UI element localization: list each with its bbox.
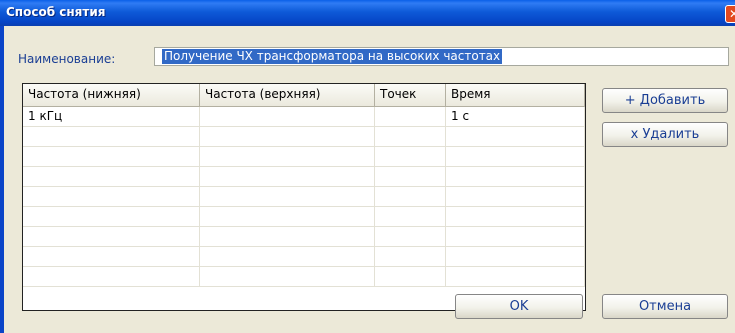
table-row[interactable] (23, 167, 585, 187)
table-cell[interactable] (200, 187, 375, 206)
table-cell[interactable] (23, 127, 200, 146)
table-cell[interactable] (446, 247, 585, 266)
table-cell[interactable] (446, 267, 585, 286)
table-cell[interactable] (446, 187, 585, 206)
name-input[interactable]: Получение ЧХ трансформатора на высоких ч… (154, 47, 729, 66)
table-cell[interactable] (200, 247, 375, 266)
column-header-upper-frequency[interactable]: Частота (верхняя) (200, 84, 375, 106)
table-cell[interactable] (446, 207, 585, 226)
add-button[interactable]: + Добавить (602, 88, 728, 113)
window-title: Способ снятия (6, 5, 106, 19)
title-bar[interactable]: Способ снятия ✕ (0, 0, 735, 26)
column-header-points[interactable]: Точек (375, 84, 446, 106)
table-cell[interactable] (200, 207, 375, 226)
table-cell[interactable] (200, 107, 375, 126)
table-cell[interactable] (23, 267, 200, 286)
table-cell[interactable] (446, 127, 585, 146)
table-row[interactable] (23, 247, 585, 267)
dialog-body: Наименование: Получение ЧХ трансформатор… (4, 26, 735, 333)
table-cell[interactable] (200, 167, 375, 186)
table-cell[interactable] (375, 207, 446, 226)
table-cell[interactable] (375, 147, 446, 166)
table-cell[interactable] (375, 167, 446, 186)
table-cell[interactable] (200, 267, 375, 286)
table-body: 1 кГц 1 с (23, 107, 585, 287)
column-header-time[interactable]: Время (446, 84, 585, 106)
name-input-value: Получение ЧХ трансформатора на высоких ч… (162, 49, 503, 64)
table-cell[interactable] (446, 147, 585, 166)
table-row[interactable] (23, 267, 585, 287)
table-cell[interactable] (23, 207, 200, 226)
ok-button[interactable]: OK (455, 294, 583, 319)
table-cell[interactable] (375, 107, 446, 126)
table-row[interactable] (23, 147, 585, 167)
column-header-lower-frequency[interactable]: Частота (нижняя) (23, 84, 200, 106)
table-header: Частота (нижняя) Частота (верхняя) Точек… (23, 84, 585, 107)
table-cell[interactable] (375, 267, 446, 286)
table-cell[interactable] (375, 247, 446, 266)
table-cell[interactable] (200, 227, 375, 246)
table-cell[interactable] (375, 187, 446, 206)
table-cell[interactable] (23, 147, 200, 166)
table-cell[interactable] (200, 127, 375, 146)
table-cell[interactable] (23, 227, 200, 246)
table-cell[interactable] (23, 247, 200, 266)
frequency-table[interactable]: Частота (нижняя) Частота (верхняя) Точек… (22, 83, 586, 311)
cancel-button[interactable]: Отмена (602, 294, 728, 319)
table-cell[interactable] (375, 127, 446, 146)
table-row[interactable]: 1 кГц 1 с (23, 107, 585, 127)
table-cell[interactable] (200, 147, 375, 166)
table-cell[interactable] (375, 227, 446, 246)
delete-button[interactable]: x Удалить (602, 122, 728, 147)
table-cell[interactable] (23, 187, 200, 206)
table-cell[interactable] (446, 167, 585, 186)
name-label: Наименование: (18, 52, 116, 66)
table-cell[interactable]: 1 с (446, 107, 585, 126)
table-cell[interactable] (446, 227, 585, 246)
table-row[interactable] (23, 227, 585, 247)
table-cell[interactable] (23, 167, 200, 186)
table-row[interactable] (23, 187, 585, 207)
table-row[interactable] (23, 207, 585, 227)
close-icon[interactable]: ✕ (725, 5, 735, 23)
table-cell[interactable]: 1 кГц (23, 107, 200, 126)
table-row[interactable] (23, 127, 585, 147)
